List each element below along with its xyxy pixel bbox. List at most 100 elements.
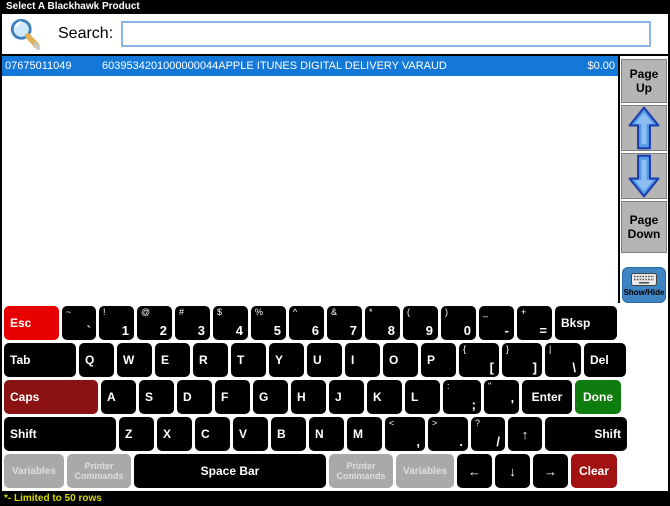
key-quote[interactable]: " ' xyxy=(484,380,519,414)
key-lbracket[interactable]: {[ xyxy=(459,343,499,377)
content-area: 07675011049 6039534201000000044 APPLE ITUN… xyxy=(2,54,668,303)
result-row[interactable]: 07675011049 6039534201000000044 APPLE ITUN… xyxy=(2,56,618,76)
key-main-label: 1 xyxy=(121,323,129,338)
arrow-down-icon xyxy=(628,154,660,198)
key-main-label: [ xyxy=(489,360,494,375)
key-caps[interactable]: Caps xyxy=(4,380,98,414)
key-printer2[interactable]: Printer Commands xyxy=(329,454,393,488)
key-shift-label: $ xyxy=(217,307,223,317)
key-o[interactable]: O xyxy=(383,343,418,377)
key-n[interactable]: N xyxy=(309,417,344,451)
key-main-label: - xyxy=(504,323,509,338)
key-w[interactable]: W xyxy=(117,343,152,377)
key-8[interactable]: * 8 xyxy=(365,306,400,340)
key-x[interactable]: X xyxy=(157,417,192,451)
key-c[interactable]: C xyxy=(195,417,230,451)
key-g[interactable]: G xyxy=(253,380,288,414)
key-main-label: 6 xyxy=(311,323,319,338)
key-e[interactable]: E xyxy=(155,343,190,377)
key-l[interactable]: L xyxy=(405,380,440,414)
key-j[interactable]: J xyxy=(329,380,364,414)
key-rbracket[interactable]: }] xyxy=(502,343,542,377)
key-y[interactable]: Y xyxy=(269,343,304,377)
key-f[interactable]: F xyxy=(215,380,250,414)
search-label: Search: xyxy=(58,25,114,42)
search-input[interactable] xyxy=(121,21,652,47)
key-9[interactable]: (9 xyxy=(403,306,438,340)
key-esc[interactable]: Esc xyxy=(4,306,59,340)
key-rshift[interactable]: Shift xyxy=(545,417,627,451)
key-semicolon[interactable]: :; xyxy=(443,380,481,414)
key-main-label: 3 xyxy=(197,323,205,338)
key-minus[interactable]: _ - xyxy=(479,306,514,340)
key-i[interactable]: I xyxy=(345,343,380,377)
key-a[interactable]: A xyxy=(101,380,136,414)
key-2[interactable]: @2 xyxy=(137,306,172,340)
key-m[interactable]: M xyxy=(347,417,382,451)
key-shift-label: @ xyxy=(141,307,151,317)
key-q[interactable]: Q xyxy=(79,343,114,377)
key-up[interactable]: ↑ xyxy=(508,417,542,451)
key-shift-label: " xyxy=(488,381,492,391)
search-icon xyxy=(10,18,41,51)
keyboard-row: Tab Q W E R T Y U I O P{[}] | \ Del xyxy=(4,343,668,377)
key-b[interactable]: B xyxy=(271,417,306,451)
keyboard-row: Caps A S D F G H J K L:; " ' Enter Done xyxy=(4,380,668,414)
key-left[interactable]: ← xyxy=(457,454,492,488)
search-panel: Search: xyxy=(2,14,668,54)
key-variables1[interactable]: Variables xyxy=(4,454,64,488)
key-shift-label: ( xyxy=(407,307,410,317)
key-p[interactable]: P xyxy=(421,343,456,377)
key-shift-label: * xyxy=(369,307,373,317)
key-main-label: ; xyxy=(471,397,476,412)
key-right[interactable]: → xyxy=(533,454,568,488)
key-lshift[interactable]: Shift xyxy=(4,417,116,451)
scroll-up-button[interactable] xyxy=(621,105,667,151)
key-k[interactable]: K xyxy=(367,380,402,414)
key-5[interactable]: % 5 xyxy=(251,306,286,340)
keyboard-row: Esc ~ `! 1 @2 #3 $4% 5 ^ 6 & 7 * 8(9) 0 _ - + = Bksp xyxy=(4,306,668,340)
key-u[interactable]: U xyxy=(307,343,342,377)
key-z[interactable]: Z xyxy=(119,417,154,451)
key-shift-label: _ xyxy=(483,307,489,317)
key-shift-label: ) xyxy=(445,307,448,317)
key-7[interactable]: & 7 xyxy=(327,306,362,340)
key-done[interactable]: Done xyxy=(575,380,621,414)
scroll-down-button[interactable] xyxy=(621,153,667,199)
results-list: 07675011049 6039534201000000044 APPLE ITUN… xyxy=(2,56,620,303)
page-up-button[interactable]: Page Up xyxy=(621,59,667,103)
key-space[interactable]: Space Bar xyxy=(134,454,326,488)
on-screen-keyboard: Esc ~ `! 1 @2 #3 $4% 5 ^ 6 & 7 * 8(9) 0 _ - + = Bksp Tab Q W E R… xyxy=(2,303,668,491)
key-4[interactable]: $4 xyxy=(213,306,248,340)
key-shift-label: } xyxy=(506,344,510,354)
key-shift-label: < xyxy=(389,418,395,428)
key-r[interactable]: R xyxy=(193,343,228,377)
key-v[interactable]: V xyxy=(233,417,268,451)
key-main-label: ` xyxy=(86,323,91,338)
key-0[interactable]: ) 0 xyxy=(441,306,476,340)
key-printer1[interactable]: Printer Commands xyxy=(67,454,131,488)
show-hide-keyboard-button[interactable]: Show/Hide xyxy=(622,267,666,303)
key-equals[interactable]: + = xyxy=(517,306,552,340)
key-backslash[interactable]: | \ xyxy=(545,343,581,377)
key-del[interactable]: Del xyxy=(584,343,626,377)
key-slash[interactable]: ? / xyxy=(471,417,505,451)
key-comma[interactable]: <, xyxy=(385,417,425,451)
page-down-button[interactable]: Page Down xyxy=(621,201,667,253)
key-period[interactable]: >. xyxy=(428,417,468,451)
key-h[interactable]: H xyxy=(291,380,326,414)
key-6[interactable]: ^ 6 xyxy=(289,306,324,340)
key-1[interactable]: ! 1 xyxy=(99,306,134,340)
key-backtick[interactable]: ~ ` xyxy=(62,306,96,340)
key-down[interactable]: ↓ xyxy=(495,454,530,488)
key-bksp[interactable]: Bksp xyxy=(555,306,617,340)
key-variables2[interactable]: Variables xyxy=(396,454,454,488)
key-d[interactable]: D xyxy=(177,380,212,414)
key-tab[interactable]: Tab xyxy=(4,343,76,377)
key-s[interactable]: S xyxy=(139,380,174,414)
key-t[interactable]: T xyxy=(231,343,266,377)
key-3[interactable]: #3 xyxy=(175,306,210,340)
key-enter[interactable]: Enter xyxy=(522,380,572,414)
title-bar: Select A Blackhawk Product xyxy=(0,0,670,14)
key-clear[interactable]: Clear xyxy=(571,454,617,488)
